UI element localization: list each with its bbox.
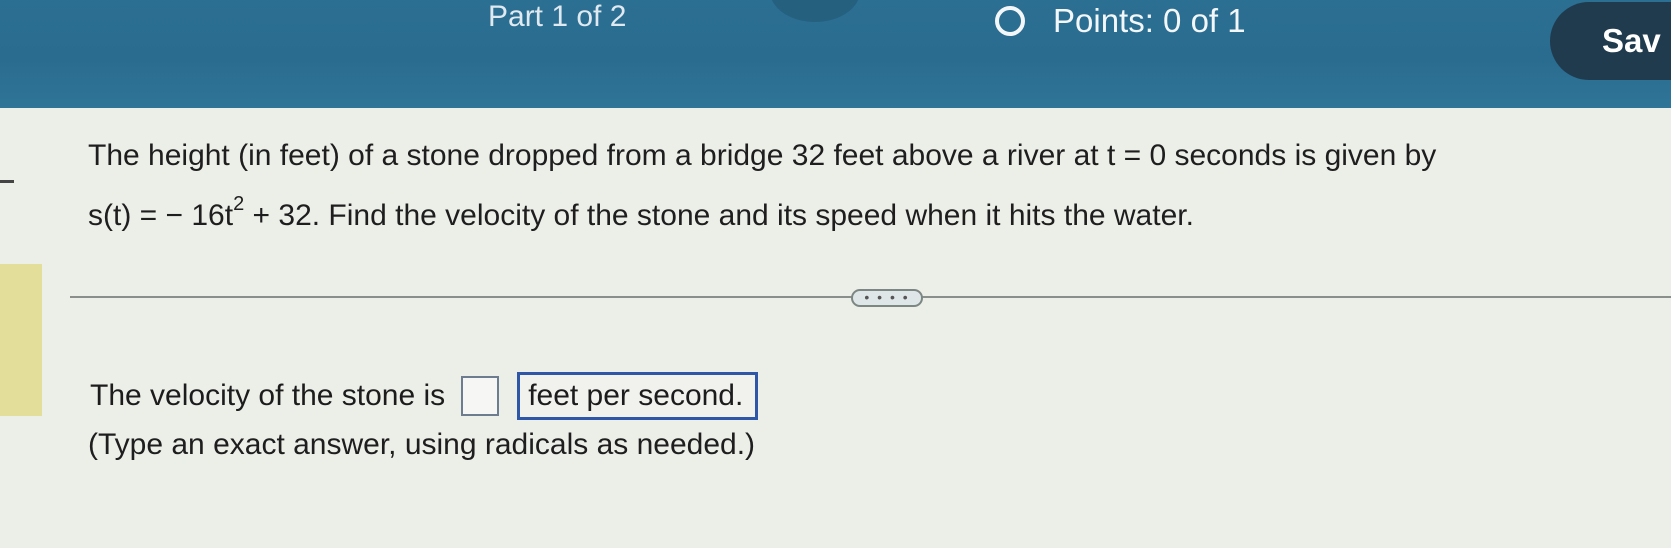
save-button[interactable]: Sav xyxy=(1550,2,1671,80)
part-label: Part 1 of 2 xyxy=(488,0,627,33)
nav-button[interactable] xyxy=(770,0,860,22)
points-label: Points: 0 of 1 xyxy=(1053,2,1246,39)
unit-label: feet per second. xyxy=(517,372,759,420)
formula-prefix: s(t) = − 16t xyxy=(88,199,234,232)
formula-exponent: 2 xyxy=(233,193,245,215)
side-panel-tab[interactable] xyxy=(0,264,42,416)
answer-row: The velocity of the stone is feet per se… xyxy=(90,372,759,420)
question-text: The height (in feet) of a stone dropped … xyxy=(88,130,1588,242)
status-circle-icon xyxy=(995,6,1025,36)
formula-suffix: + 32. Find the velocity of the stone and… xyxy=(244,199,1194,232)
answer-instructions: (Type an exact answer, using radicals as… xyxy=(88,428,756,461)
points-indicator: Points: 0 of 1 xyxy=(995,2,1246,40)
top-header-bar: Part 1 of 2 Points: 0 of 1 Sav xyxy=(0,0,1671,108)
expand-more-button[interactable]: • • • • xyxy=(851,289,923,307)
question-line-2: s(t) = − 16t2 + 32. Find the velocity of… xyxy=(88,182,1588,242)
left-edge-mark xyxy=(0,180,14,183)
velocity-answer-input[interactable] xyxy=(461,376,500,416)
question-line-1: The height (in feet) of a stone dropped … xyxy=(88,139,1437,172)
answer-prompt: The velocity of the stone is xyxy=(90,379,446,412)
